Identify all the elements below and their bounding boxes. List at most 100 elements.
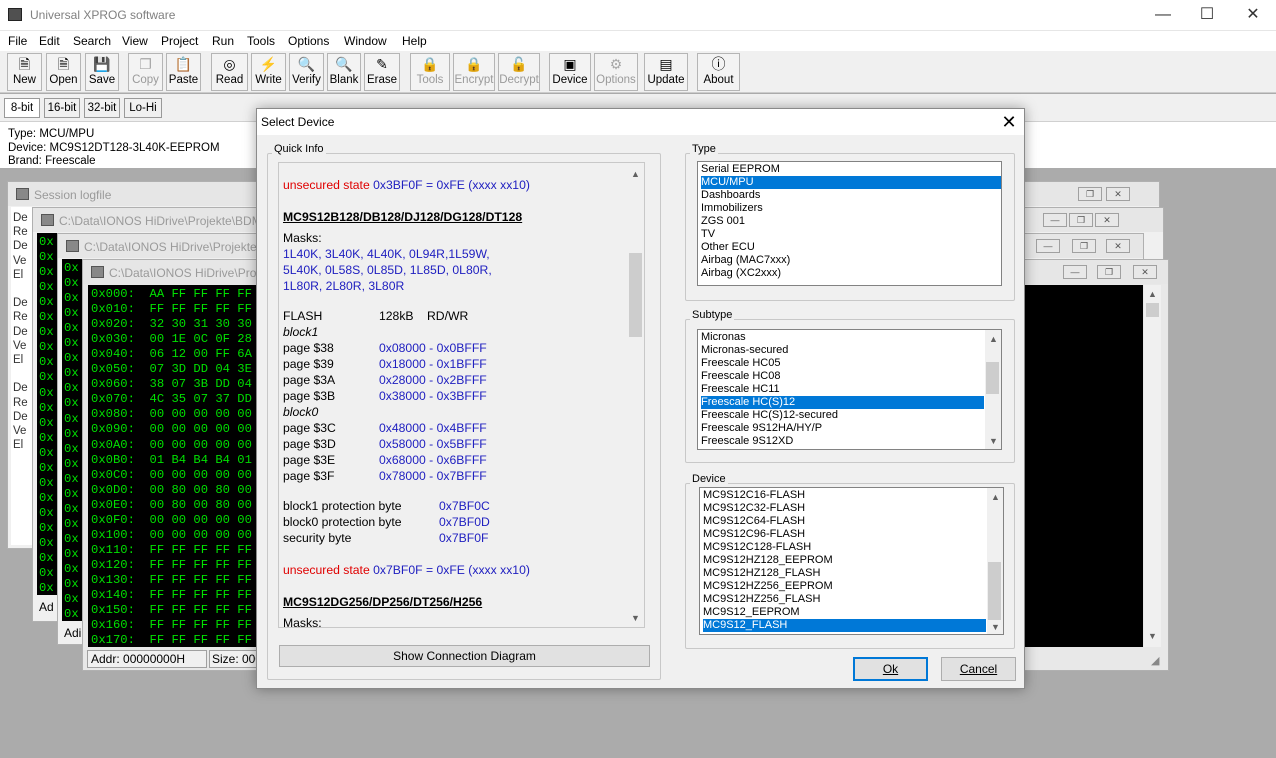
blank-button[interactable]: 🔍 Blank (327, 53, 361, 91)
device-list[interactable]: MC9S12C16-FLASH MC9S12C32-FLASH MC9S12C64-… (699, 487, 1004, 635)
scroll-thumb[interactable] (1146, 303, 1159, 317)
restore-icon[interactable]: ❐ (1078, 187, 1102, 201)
type-list[interactable]: Serial EEPROM MCU/MPU Dashboards Immobilize… (697, 161, 1002, 286)
subtype-scrollbar[interactable]: ▲ ▼ (985, 330, 1001, 449)
type-item[interactable]: Immobilizers (701, 202, 1001, 215)
menu-search[interactable]: Search (73, 34, 111, 48)
close-icon[interactable]: ✕ (1133, 265, 1157, 279)
device-item[interactable]: MC9S12HZ128_EEPROM (703, 554, 986, 567)
mode-16bit-button[interactable]: 16-bit (44, 98, 80, 118)
show-connection-diagram-button[interactable]: Show Connection Diagram (279, 645, 650, 667)
open-button[interactable]: 🗎 Open (46, 53, 81, 91)
type-item[interactable]: Other ECU (701, 241, 1001, 254)
menu-options[interactable]: Options (288, 34, 329, 48)
close-icon[interactable]: ✕ (1238, 4, 1268, 26)
device-item[interactable]: MC9S12_EEPROM (703, 606, 986, 619)
subtype-item[interactable]: Freescale HC(S)12 (701, 396, 984, 409)
subtype-item[interactable]: Freescale 9S12XD (701, 435, 984, 448)
type-item[interactable]: Serial EEPROM (701, 163, 1001, 176)
device-item[interactable]: MC9S12_FLASH (703, 619, 986, 632)
restore-icon[interactable]: ❐ (1069, 213, 1093, 227)
type-item[interactable]: Airbag (MAC7xxx) (701, 254, 1001, 267)
scroll-thumb[interactable] (986, 362, 999, 394)
restore-icon[interactable]: ❐ (1072, 239, 1096, 253)
subtype-item[interactable]: Freescale HC05 (701, 357, 984, 370)
menu-file[interactable]: File (8, 34, 27, 48)
options-button[interactable]: ⚙ Options (594, 53, 638, 91)
device-scrollbar[interactable]: ▲ ▼ (987, 488, 1003, 634)
resize-grip-icon[interactable]: ◢ (1151, 654, 1159, 667)
minimize-icon[interactable]: — (1036, 239, 1060, 253)
scroll-up-icon[interactable]: ▲ (987, 490, 1003, 504)
encrypt-button[interactable]: 🔒 Encrypt (453, 53, 495, 91)
scroll-up-icon[interactable]: ▲ (627, 167, 644, 181)
menu-project[interactable]: Project (161, 34, 198, 48)
subtype-item[interactable]: Freescale HC(S)12-secured (701, 409, 984, 422)
minimize-icon[interactable]: — (1043, 213, 1067, 227)
type-item[interactable]: Airbag (XC2xxx) (701, 267, 1001, 280)
minimize-icon[interactable]: — (1063, 265, 1087, 279)
new-button[interactable]: 🗎 New (7, 53, 42, 91)
type-item[interactable]: ZGS 001 (701, 215, 1001, 228)
scroll-thumb[interactable] (629, 253, 642, 337)
mode-lohi-button[interactable]: Lo-Hi (124, 98, 162, 118)
decrypt-button[interactable]: 🔓 Decrypt (498, 53, 540, 91)
device-item[interactable]: MC9S12HZ128_FLASH (703, 567, 986, 580)
device-item[interactable]: MC9S12C96-FLASH (703, 528, 986, 541)
device-item[interactable]: MC9S12HZ256_EEPROM (703, 580, 986, 593)
type-item[interactable]: TV (701, 228, 1001, 241)
cancel-button[interactable]: Cancel (941, 657, 1016, 681)
scroll-down-icon[interactable]: ▼ (1144, 629, 1161, 643)
mode-8bit-button[interactable]: 8-bit (4, 98, 40, 118)
about-button[interactable]: ⓘ About (697, 53, 740, 91)
verify-button[interactable]: 🔍 Verify (289, 53, 324, 91)
device-item[interactable]: MC9S12C64-FLASH (703, 515, 986, 528)
subtype-item[interactable]: Micronas (701, 331, 984, 344)
device-item[interactable]: MC9S12HZ256_FLASH (703, 593, 986, 606)
close-icon[interactable]: ✕ (1106, 239, 1130, 253)
minimize-icon[interactable]: — (1148, 4, 1178, 26)
subtype-item[interactable]: Freescale 9S12HA/HY/P (701, 422, 984, 435)
update-button[interactable]: ▤ Update (644, 53, 688, 91)
maximize-icon[interactable]: ☐ (1192, 4, 1222, 26)
quick-info-scrollbar[interactable]: ▲ ▼ (627, 163, 644, 627)
scroll-up-icon[interactable]: ▲ (1144, 287, 1161, 301)
quick-info-label: Quick Info (272, 143, 326, 155)
tools-button[interactable]: 🔒 Tools (410, 53, 450, 91)
menu-edit[interactable]: Edit (39, 34, 60, 48)
subtype-item[interactable]: Micronas-secured (701, 344, 984, 357)
menu-view[interactable]: View (122, 34, 148, 48)
subtype-item[interactable]: Freescale HC11 (701, 383, 984, 396)
menu-window[interactable]: Window (344, 34, 387, 48)
subtype-list[interactable]: Micronas Micronas-secured Freescale HC05 Fr… (697, 329, 1002, 450)
paste-button[interactable]: 📋 Paste (166, 53, 201, 91)
device-item[interactable]: MC9S12C16-FLASH (703, 489, 986, 502)
mode-32bit-button[interactable]: 32-bit (84, 98, 120, 118)
menu-tools[interactable]: Tools (247, 34, 275, 48)
qi-page-range: 0x48000 - 0x4BFFF (379, 421, 487, 435)
device-button[interactable]: ▣ Device (549, 53, 591, 91)
erase-button[interactable]: ✎ Erase (364, 53, 400, 91)
scroll-up-icon[interactable]: ▲ (985, 332, 1001, 346)
hex-scrollbar[interactable]: ▲ ▼ (1144, 285, 1161, 647)
type-item[interactable]: Dashboards (701, 189, 1001, 202)
restore-icon[interactable]: ❐ (1097, 265, 1121, 279)
write-button[interactable]: ⚡ Write (251, 53, 286, 91)
menu-run[interactable]: Run (212, 34, 234, 48)
scroll-thumb[interactable] (988, 562, 1001, 620)
device-item[interactable]: MC9S12C128-FLASH (703, 541, 986, 554)
read-button[interactable]: ◎ Read (211, 53, 248, 91)
device-item[interactable]: MC9S12C32-FLASH (703, 502, 986, 515)
scroll-down-icon[interactable]: ▼ (627, 611, 644, 625)
scroll-down-icon[interactable]: ▼ (985, 434, 1001, 448)
menu-help[interactable]: Help (402, 34, 427, 48)
close-icon[interactable]: ✕ (999, 112, 1019, 132)
close-icon[interactable]: ✕ (1095, 213, 1119, 227)
close-icon[interactable]: ✕ (1106, 187, 1130, 201)
ok-button[interactable]: Ok (853, 657, 928, 681)
type-item[interactable]: MCU/MPU (701, 176, 1001, 189)
scroll-down-icon[interactable]: ▼ (987, 620, 1003, 634)
save-button[interactable]: 💾 Save (85, 53, 119, 91)
subtype-item[interactable]: Freescale HC08 (701, 370, 984, 383)
copy-button[interactable]: ❐ Copy (128, 53, 163, 91)
